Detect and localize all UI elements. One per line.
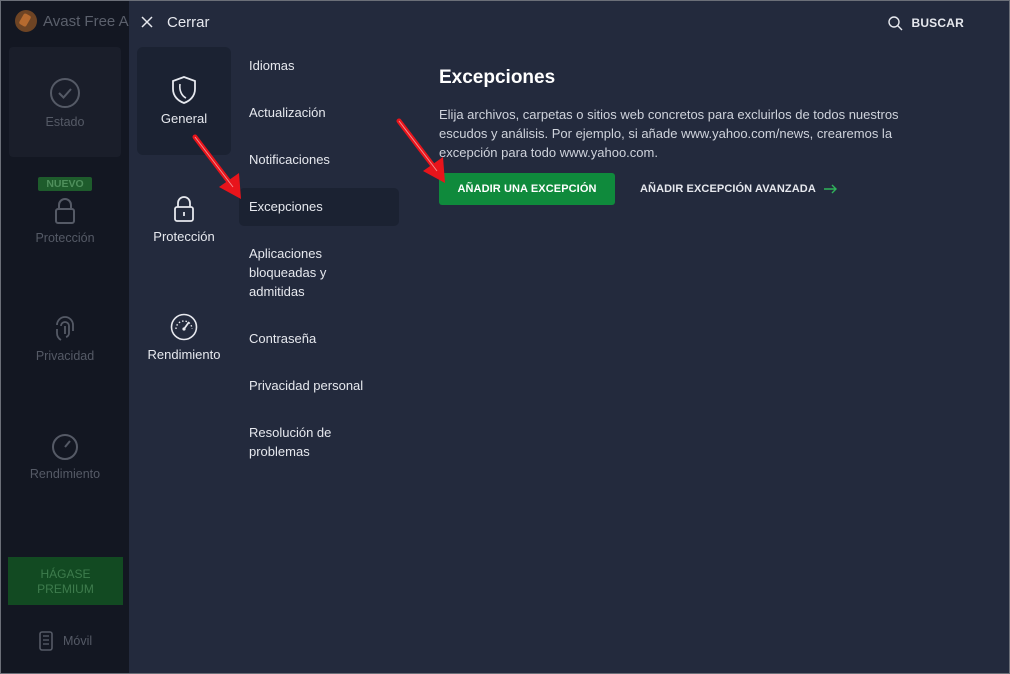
lock-icon [174,196,194,222]
background-nav-proteccion: Protección [1,197,129,245]
add-advanced-exception-label: AÑADIR EXCEPCIÓN AVANZADA [640,183,816,195]
app-window: Avast Free A Estado NUEVO Protección Pri… [0,0,1010,674]
page-title: Excepciones [439,67,556,88]
background-nav-privacidad: Privacidad [1,315,129,363]
category-general-label: General [160,111,208,126]
background-mobile-label: Móvil [63,634,93,648]
search-button[interactable]: BUSCAR [888,13,964,33]
subnav-item-label: Aplicaciones bloqueadas y admitidas [249,246,327,299]
category-proteccion-label: Protección [153,229,215,244]
background-sidebar: Avast Free A Estado NUEVO Protección Pri… [1,1,129,673]
fingerprint-icon [56,316,74,341]
page-description: Elija archivos, carpetas o sitios web co… [439,107,899,160]
subnav-item-label: Actualización [249,105,326,120]
background-nav-estado-label: Estado [45,115,85,129]
check-circle-icon [50,78,80,108]
subnav-item-resolucion-problemas[interactable]: Resolución de problemas [239,423,359,461]
category-rendimiento[interactable]: Rendimiento [137,313,231,362]
arrow-right-icon [823,184,837,194]
category-general[interactable]: General [137,47,231,155]
background-nav-rendimiento-label: Rendimiento [29,467,101,481]
close-label: Cerrar [167,13,210,31]
mobile-phone-icon [39,631,53,651]
subnav-item-excepciones[interactable]: Excepciones [239,188,399,226]
subnav-item-label: Privacidad personal [249,378,364,393]
settings-panel: Cerrar BUSCAR General Protección Rendimi… [129,1,1009,673]
subnav-item-idiomas[interactable]: Idiomas [239,56,399,75]
background-nav-rendimiento: Rendimiento [1,433,129,481]
background-mobile-link: Móvil [39,631,92,651]
search-icon [888,15,903,30]
subnav-item-label: Contraseña [249,331,317,346]
subnav-item-label: Notificaciones [249,152,330,167]
background-app-title: Avast Free A [15,9,129,33]
add-advanced-exception-button[interactable]: AÑADIR EXCEPCIÓN AVANZADA [640,179,838,199]
close-icon [141,16,153,28]
avast-logo-icon [15,10,37,32]
subnav-item-label: Idiomas [249,58,295,73]
background-app-title-text: Avast Free A [43,12,129,30]
subnav-item-notificaciones[interactable]: Notificaciones [239,150,399,169]
speedometer-icon [170,313,198,341]
subnav-item-label: Excepciones [249,199,323,214]
subnav-item-actualizacion[interactable]: Actualización [239,103,399,122]
search-label: BUSCAR [911,16,964,30]
lock-icon [55,198,75,224]
speedometer-icon [52,434,78,460]
close-button[interactable]: Cerrar [141,11,210,33]
subnav-item-privacidad-personal[interactable]: Privacidad personal [239,376,399,395]
new-badge: NUEVO [38,177,92,191]
subnav-item-contrasena[interactable]: Contraseña [239,329,399,348]
category-rendimiento-label: Rendimiento [147,347,221,362]
category-proteccion[interactable]: Protección [137,195,231,244]
subnav-item-label: Resolución de problemas [249,425,332,459]
background-nav-estado: Estado [1,77,129,129]
add-exception-button[interactable]: AÑADIR UNA EXCEPCIÓN [439,173,615,205]
shield-icon [172,76,196,104]
background-nav-privacidad-label: Privacidad [35,349,95,363]
background-nav-proteccion-label: Protección [35,231,95,245]
subnav-item-aplicaciones-bloqueadas[interactable]: Aplicaciones bloqueadas y admitidas [239,244,369,301]
background-premium-button: HÁGASE PREMIUM [8,557,123,605]
